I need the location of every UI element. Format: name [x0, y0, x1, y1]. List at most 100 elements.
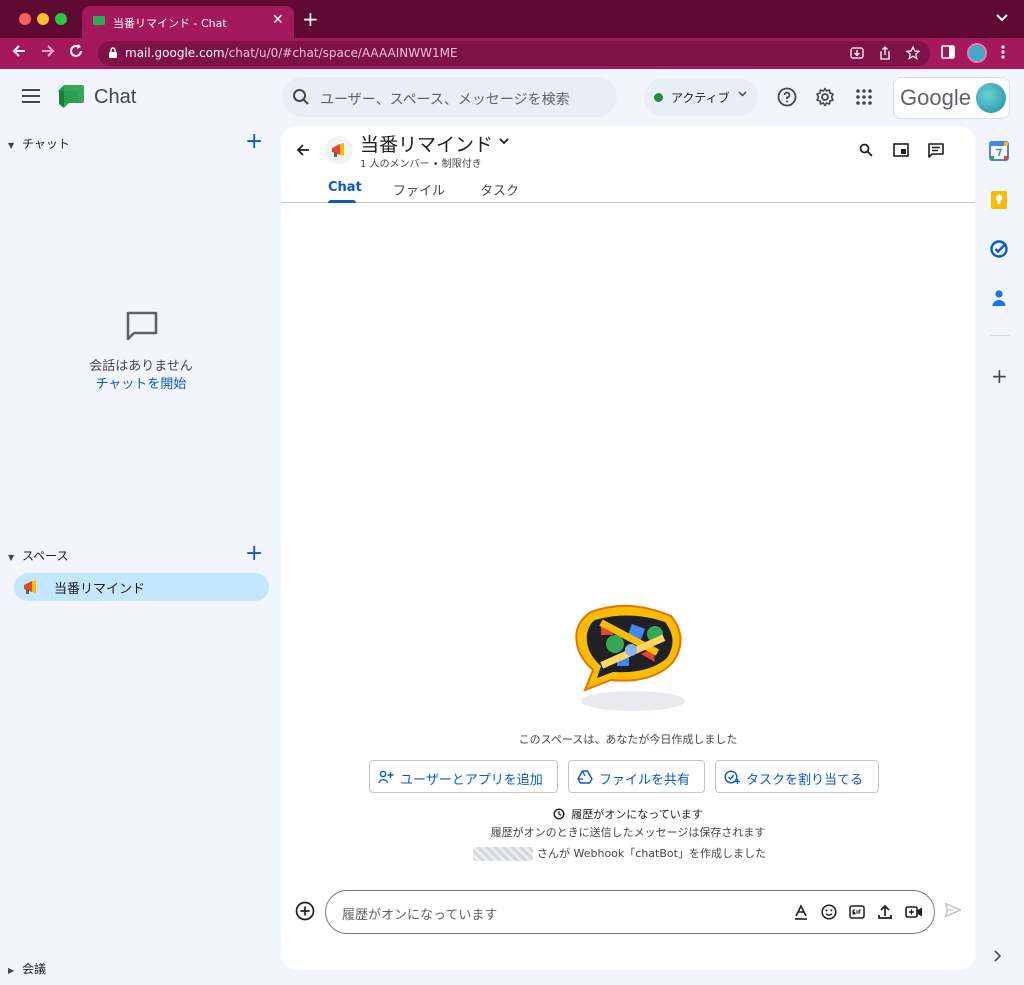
rail-divider: [990, 335, 1010, 336]
caret-down-icon: ▼: [8, 141, 15, 150]
contacts-icon[interactable]: [989, 288, 1009, 308]
browser-menu-icon[interactable]: [1001, 44, 1005, 64]
text-format-icon[interactable]: [793, 904, 809, 920]
app-title[interactable]: Chat: [94, 86, 136, 109]
space-avatar: [325, 136, 353, 164]
back-icon[interactable]: [11, 43, 27, 63]
caret-down-icon: ▼: [8, 553, 15, 562]
apps-grid-icon[interactable]: [855, 88, 873, 110]
address-bar[interactable]: mail.google.com/chat/u/0/#chat/space/AAA…: [98, 41, 930, 66]
search-icon: [293, 89, 309, 105]
chevron-down-icon: [738, 89, 747, 100]
tab-tasks[interactable]: タスク: [480, 180, 519, 199]
settings-gear-icon[interactable]: [815, 87, 835, 111]
google-account-button[interactable]: Google: [893, 77, 1010, 119]
tab-files[interactable]: ファイル: [393, 180, 445, 199]
share-file-label: ファイルを共有: [599, 773, 691, 788]
bookmark-star-icon[interactable]: [905, 45, 921, 64]
google-chat-logo: [58, 85, 84, 108]
tab-title: 当番リマインド - Chat: [113, 17, 227, 30]
keep-icon[interactable]: [989, 190, 1009, 210]
meetings-section-header[interactable]: ▶ 会議: [8, 960, 46, 977]
history-on-text: 履歴がオンになっています: [571, 808, 703, 821]
search-input[interactable]: ユーザー、スペース、メッセージを検索: [282, 77, 617, 117]
spaces-section-header[interactable]: ▼ スペース: [8, 547, 69, 564]
start-chat-link[interactable]: チャットを開始: [0, 373, 282, 392]
history-description: 履歴がオンのときに送信したメッセージは保存されます: [490, 826, 766, 839]
browser-toolbar: mail.google.com/chat/u/0/#chat/space/AAA…: [0, 38, 1024, 69]
webhook-created-text: さんが Webhook「chatBot」を作成しました: [537, 847, 766, 860]
message-input[interactable]: 履歴がオンになっています: [325, 890, 935, 934]
profile-avatar[interactable]: [967, 43, 987, 63]
tab-chat[interactable]: Chat: [328, 180, 362, 195]
new-tab-button[interactable]: +: [302, 9, 319, 29]
chat-bubble-icon: [126, 311, 158, 341]
install-app-icon[interactable]: [850, 46, 864, 64]
main-menu-icon[interactable]: [22, 89, 40, 103]
space-title[interactable]: 当番リマインド: [360, 130, 493, 157]
maximize-window-button[interactable]: [55, 13, 67, 25]
space-item-label: 当番リマインド: [54, 582, 146, 597]
video-meeting-icon[interactable]: [905, 904, 923, 920]
status-label: アクティブ: [671, 91, 730, 105]
reload-icon[interactable]: [68, 43, 84, 63]
megaphone-icon: [24, 580, 36, 594]
help-icon[interactable]: [777, 87, 797, 111]
get-addons-plus-icon[interactable]: +: [991, 364, 1008, 388]
search-icon[interactable]: [859, 143, 873, 157]
lock-icon: [109, 47, 117, 58]
history-on-line: 履歴がオンになっています: [281, 806, 975, 822]
empty-space-illustration: [575, 604, 685, 711]
drive-icon: [577, 770, 593, 784]
picture-in-picture-icon[interactable]: [893, 143, 909, 157]
redacted-user-name: [473, 847, 533, 861]
browser-tab-strip: 当番リマインド - Chat ✕ +: [0, 0, 1024, 38]
new-chat-plus-icon[interactable]: +: [245, 131, 263, 153]
share-file-button[interactable]: ファイルを共有: [568, 760, 705, 793]
assign-task-label: タスクを割り当てる: [746, 773, 864, 788]
tasks-icon[interactable]: [989, 239, 1009, 259]
share-icon[interactable]: [878, 46, 892, 64]
add-task-icon: [724, 770, 740, 784]
message-input-placeholder: 履歴がオンになっています: [342, 908, 498, 923]
no-conversations-text: 会話はありません: [89, 359, 193, 374]
send-icon[interactable]: [944, 902, 962, 918]
spaces-section-label: スペース: [22, 549, 69, 563]
chat-favicon-icon: [93, 16, 105, 28]
add-circle-icon[interactable]: [295, 901, 315, 921]
add-people-apps-button[interactable]: ユーザーとアプリを追加: [369, 760, 558, 793]
search-placeholder: ユーザー、スペース、メッセージを検索: [320, 92, 570, 108]
forward-icon[interactable]: [40, 43, 56, 63]
calendar-icon[interactable]: [989, 141, 1009, 161]
sidebar-item-space[interactable]: 当番リマインド: [14, 573, 269, 601]
side-panel-icon[interactable]: [941, 45, 955, 63]
gif-icon[interactable]: [849, 904, 865, 920]
webhook-created-line: さんが Webhook「chatBot」を作成しました: [473, 845, 766, 861]
active-tab-indicator: [328, 200, 356, 203]
chevron-down-icon[interactable]: [499, 134, 509, 148]
space-tabs: Chat ファイル タスク: [281, 172, 975, 203]
account-avatar: [976, 83, 1006, 113]
meetings-section-label: 会議: [22, 962, 47, 976]
add-person-icon: [378, 770, 394, 784]
close-tab-icon[interactable]: ✕: [272, 12, 284, 28]
add-people-apps-label: ユーザーとアプリを追加: [400, 773, 543, 788]
back-arrow-icon[interactable]: [295, 142, 311, 158]
tab-search-chevron-icon[interactable]: [996, 10, 1008, 26]
emoji-icon[interactable]: [821, 904, 837, 920]
chat-section-label: チャット: [22, 137, 70, 151]
upload-icon[interactable]: [877, 904, 893, 920]
status-selector[interactable]: アクティブ: [644, 78, 758, 116]
threads-icon[interactable]: [928, 143, 944, 158]
megaphone-icon: [332, 143, 344, 157]
space-meta: 1 人のメンバー • 制限付き: [360, 159, 482, 170]
minimize-window-button[interactable]: [37, 13, 49, 25]
chat-section-header[interactable]: ▼ チャット: [8, 135, 70, 152]
browser-tab[interactable]: 当番リマインド - Chat ✕: [82, 6, 294, 38]
google-wordmark: Google: [900, 85, 971, 110]
close-window-button[interactable]: [19, 13, 31, 25]
space-created-text: このスペースは、あなたが今日作成しました: [518, 733, 738, 746]
assign-task-button[interactable]: タスクを割り当てる: [715, 760, 879, 793]
new-space-plus-icon[interactable]: +: [245, 543, 263, 565]
expand-side-panel-icon[interactable]: [993, 950, 1002, 966]
